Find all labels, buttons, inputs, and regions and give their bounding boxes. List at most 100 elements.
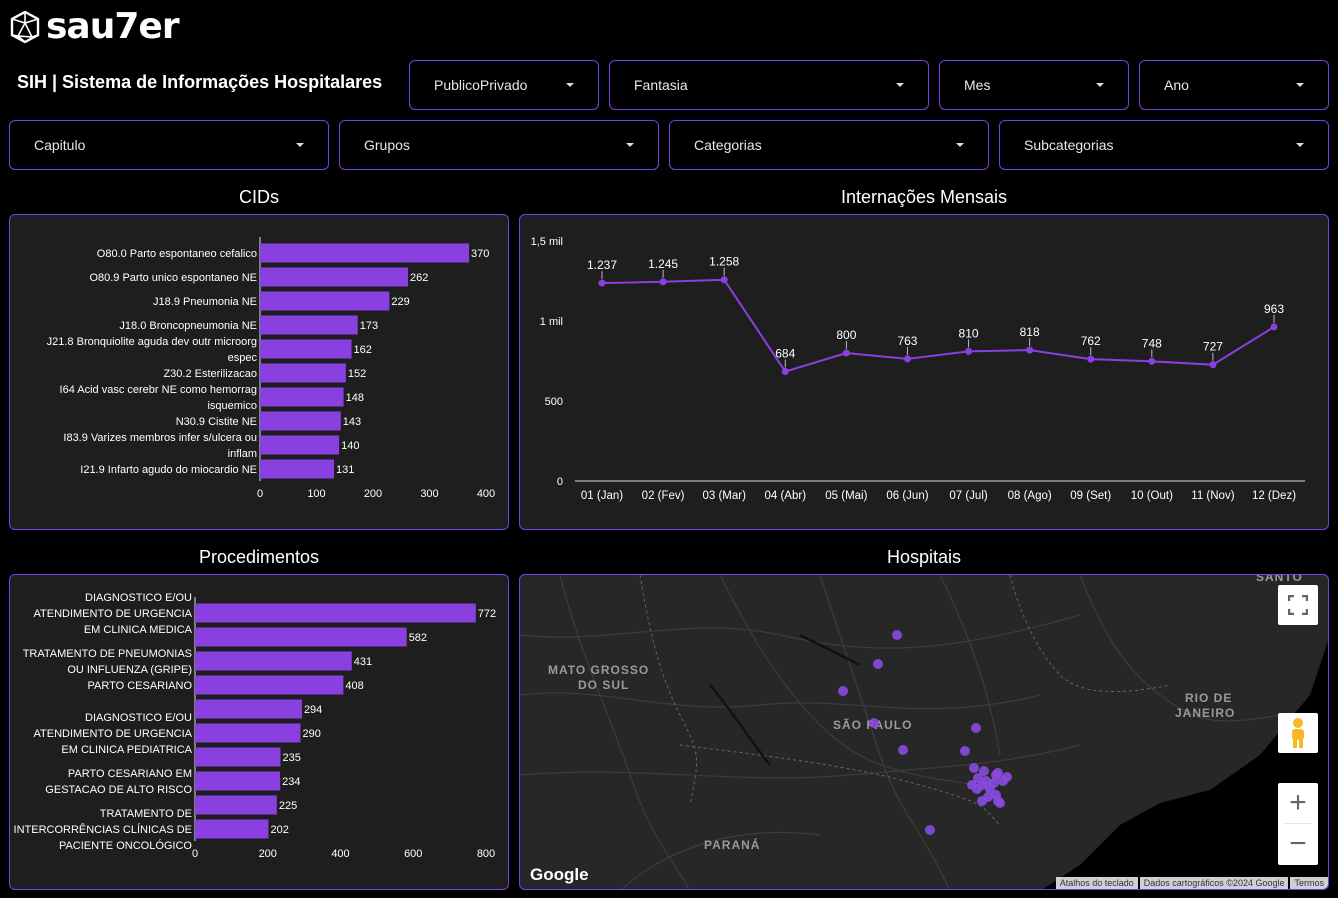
- tick-label: 100: [307, 488, 325, 500]
- hospital-marker: [1002, 772, 1012, 782]
- fullscreen-icon: [1288, 595, 1308, 615]
- caret-down-icon: [1296, 83, 1304, 87]
- procedures-chart-panel: 772 DIAGNOSTICO E/OU ATENDIMENTO DE URGENC…: [9, 574, 509, 890]
- tick-label: 12 (Dez): [1252, 490, 1296, 502]
- data-label: 431: [354, 656, 372, 668]
- monthly-chart-panel: 0 500 1 mil 1,5 mil 01 (Jan) 02 (Fev) 03 (Mar)…: [519, 214, 1329, 530]
- bar: [260, 435, 340, 455]
- zoom-in-button[interactable]: +: [1278, 783, 1318, 823]
- caret-down-icon: [1296, 143, 1304, 147]
- category-label: N30.9 Cistite NE: [176, 416, 257, 428]
- category-label: OU INFLUENZA (GRIPE): [67, 664, 192, 676]
- data-label: 225: [279, 800, 297, 812]
- data-label: 1.258: [709, 255, 739, 269]
- tick-label: 400: [331, 848, 349, 860]
- data-label: 800: [836, 328, 856, 342]
- data-label: 294: [304, 704, 322, 716]
- filter-label: Ano: [1164, 77, 1189, 93]
- bar: [260, 363, 346, 383]
- data-label: 684: [775, 347, 795, 361]
- hospital-marker: [971, 723, 981, 733]
- brand-logo: sau7er: [10, 9, 180, 45]
- category-label: Z30.2 Esterilizacao: [163, 368, 257, 380]
- tick-label: 03 (Mar): [702, 490, 746, 502]
- filter-fantasia[interactable]: Fantasia: [609, 60, 929, 110]
- tick-label: 0: [257, 488, 263, 500]
- data-point: [1026, 346, 1034, 354]
- category-label: I64 Acid vasc cerebr NE como hemorrag: [60, 384, 257, 396]
- bar: [195, 627, 407, 647]
- category-label: PACIENTE ONCOLÓGICO: [59, 839, 192, 852]
- tick-label: 11 (Nov): [1191, 490, 1234, 502]
- filter-grupos[interactable]: Grupos: [339, 120, 659, 170]
- hospitals-map[interactable]: MATO GROSSO DO SUL SÃO PAULO RIO DE JANE…: [519, 574, 1329, 890]
- bar: [195, 771, 281, 791]
- filter-mes[interactable]: Mes: [939, 60, 1129, 110]
- tick-label: 04 (Abr): [764, 490, 806, 502]
- filter-capitulo[interactable]: Capitulo: [9, 120, 329, 170]
- data-point: [1270, 323, 1278, 331]
- hospital-marker: [925, 825, 935, 835]
- tick-label: 07 (Jul): [949, 490, 988, 502]
- data-label: 143: [343, 416, 361, 428]
- fullscreen-button[interactable]: [1278, 585, 1318, 625]
- hospital-marker: [892, 630, 902, 640]
- tick-label: 300: [420, 488, 438, 500]
- zoom-out-button[interactable]: −: [1278, 824, 1318, 864]
- data-point: [903, 355, 911, 363]
- street-view-button[interactable]: [1278, 713, 1318, 753]
- tick-label: 0: [192, 848, 198, 860]
- section-title-hospitals: Hospitais: [886, 547, 962, 567]
- filter-label: Grupos: [364, 137, 410, 153]
- category-label: O80.0 Parto espontaneo cefalico: [97, 248, 257, 260]
- map-label: SANTO: [1256, 575, 1303, 584]
- filter-label: Subcategorias: [1024, 137, 1114, 153]
- data-label: 1.237: [587, 258, 617, 272]
- hospital-marker: [977, 796, 987, 806]
- bar: [260, 339, 352, 359]
- filter-publicoprivado[interactable]: PublicoPrivado: [409, 60, 599, 110]
- hospital-marker: [898, 745, 908, 755]
- caret-down-icon: [296, 143, 304, 147]
- data-label: 162: [354, 344, 372, 356]
- monthly-chart: 0 500 1 mil 1,5 mil 01 (Jan) 02 (Fev) 03 (Mar)…: [531, 236, 1305, 502]
- map-canvas[interactable]: MATO GROSSO DO SUL SÃO PAULO RIO DE JANE…: [520, 575, 1329, 890]
- caret-down-icon: [626, 143, 634, 147]
- category-label: INTERCORRÊNCIAS CLÍNICAS DE: [14, 823, 192, 836]
- hospital-marker: [873, 659, 883, 669]
- data-label: 234: [282, 776, 300, 788]
- bar: [260, 411, 341, 431]
- tick-label: 01 (Jan): [581, 490, 623, 502]
- data-label: 810: [959, 326, 979, 340]
- map-label: DO SUL: [578, 678, 629, 692]
- category-label: EM CLINICA PEDIATRICA: [61, 744, 192, 756]
- bar: [260, 291, 390, 311]
- data-point: [598, 279, 606, 287]
- tick-label: 10 (Out): [1131, 490, 1173, 502]
- category-label: J21.8 Bronquiolite aguda dev outr microo…: [47, 336, 257, 348]
- tick-label: 600: [404, 848, 422, 860]
- filter-ano[interactable]: Ano: [1139, 60, 1329, 110]
- google-logo[interactable]: Google: [530, 865, 589, 885]
- data-label: 727: [1203, 340, 1223, 354]
- bar: [260, 459, 335, 479]
- bar: [195, 603, 476, 623]
- data-label: 582: [409, 632, 427, 644]
- category-label: I21.9 Infarto agudo do miocardio NE: [80, 464, 257, 476]
- terms-link[interactable]: Termos: [1290, 877, 1328, 889]
- caret-down-icon: [1096, 83, 1104, 87]
- category-label: TRATAMENTO DE PNEUMONIAS: [23, 648, 192, 660]
- bar: [195, 795, 277, 815]
- filter-categorias[interactable]: Categorias: [669, 120, 989, 170]
- category-label: espec: [228, 352, 258, 364]
- tick-label: 02 (Fev): [642, 490, 685, 502]
- filter-subcategorias[interactable]: Subcategorias: [999, 120, 1329, 170]
- category-label: J18.9 Pneumonia NE: [153, 296, 257, 308]
- data-label: 173: [360, 320, 378, 332]
- keyboard-shortcuts-link[interactable]: Atalhos do teclado: [1055, 877, 1138, 889]
- hospital-marker: [969, 763, 979, 773]
- data-label: 748: [1142, 336, 1162, 350]
- data-label: 818: [1020, 325, 1040, 339]
- map-data-credit[interactable]: Dados cartográficos ©2024 Google: [1139, 877, 1289, 889]
- category-label: PARTO CESARIANO EM: [68, 768, 192, 780]
